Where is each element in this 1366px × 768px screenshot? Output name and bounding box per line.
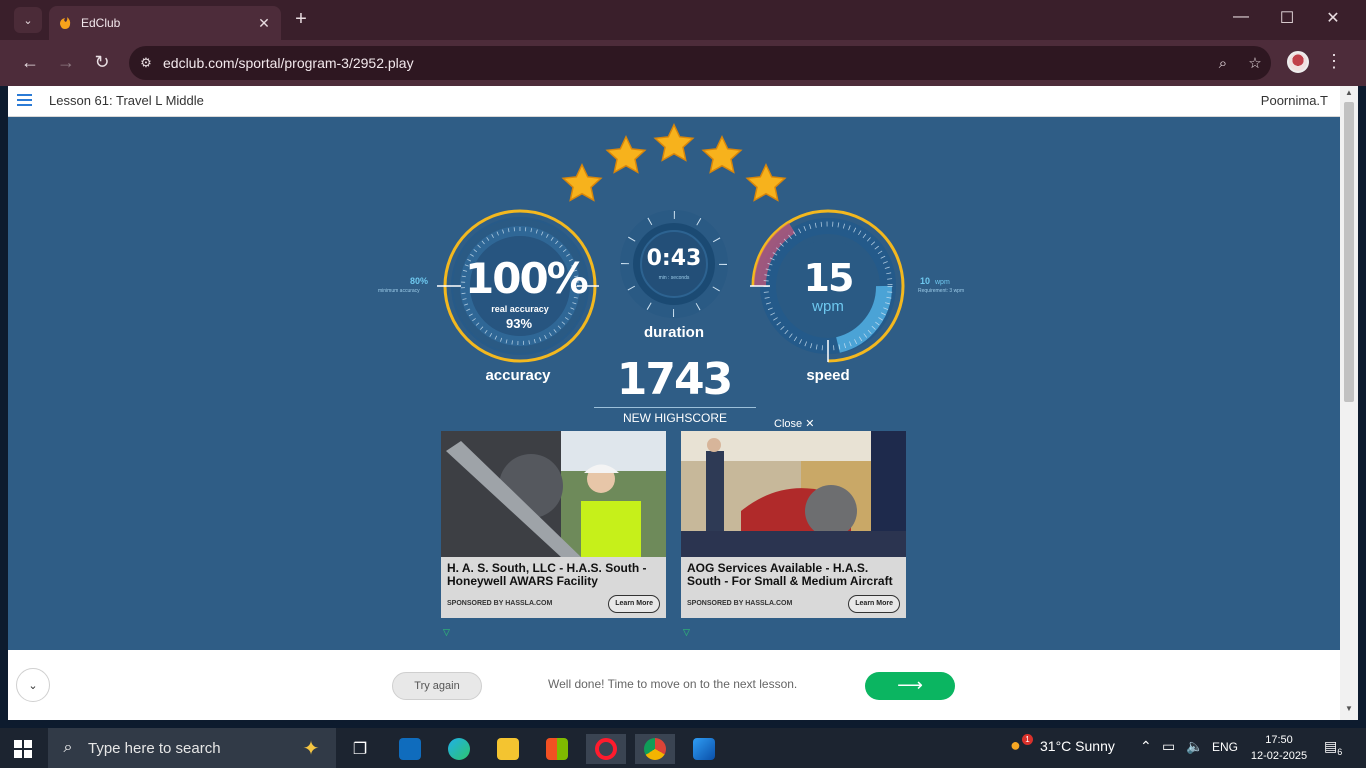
window-close-icon[interactable]: ✕	[1321, 8, 1345, 28]
ad-sponsor: SPONSORED BY HASSLA.COM	[687, 600, 793, 607]
new-tab-icon[interactable]: +	[290, 8, 312, 31]
user-name[interactable]: Poornima.T	[1261, 93, 1328, 108]
accuracy-caption: accuracy	[485, 367, 551, 384]
next-lesson-button[interactable]: ⟶	[865, 672, 955, 700]
zoom-icon[interactable]: ⌕	[1207, 55, 1239, 72]
tab-title: EdClub	[81, 16, 121, 30]
notification-count: 6	[1337, 746, 1343, 757]
weather-badge: 1	[1022, 734, 1033, 745]
speed-requirement-unit: wpm	[935, 279, 950, 286]
real-accuracy-label: real accuracy	[491, 304, 549, 314]
star-icon	[605, 135, 647, 174]
edge-icon[interactable]	[439, 734, 479, 764]
learn-more-button[interactable]: Learn More	[608, 595, 660, 613]
completion-message: Well done! Time to move on to the next l…	[548, 677, 798, 691]
maximize-icon[interactable]: ☐	[1275, 8, 1299, 28]
notifications-icon[interactable]: ▤6	[1324, 738, 1342, 757]
windows-taskbar: ⌕ Type here to search ✦ ❐ ● 1 31°C Sunny…	[0, 728, 1366, 768]
tab-search-icon[interactable]: ⌄	[14, 7, 42, 33]
minimize-icon[interactable]: —	[1229, 8, 1253, 26]
bookmark-star-icon[interactable]: ☆	[1239, 54, 1271, 72]
minimum-accuracy-label: minimum accuracy	[378, 288, 420, 294]
search-icon: ⌕	[63, 739, 73, 756]
clock-time: 17:50	[1265, 734, 1293, 746]
ad-sponsor: SPONSORED BY HASSLA.COM	[447, 600, 553, 607]
file-explorer-icon[interactable]	[488, 734, 528, 764]
real-accuracy-value: 93%	[505, 316, 533, 331]
duration-value: 0:43	[646, 246, 702, 271]
star-icon	[653, 123, 695, 162]
url-text[interactable]: edclub.com/sportal/program-3/2952.play	[163, 55, 1207, 71]
duration-unit: min : seconds	[658, 275, 690, 281]
score-value: 1743	[616, 354, 733, 405]
ad-choices-icon[interactable]: ▽	[683, 627, 690, 638]
tab-close-icon[interactable]: ✕	[253, 15, 275, 32]
task-view-icon[interactable]: ❐	[340, 734, 380, 764]
reload-icon[interactable]: ↻	[91, 52, 113, 73]
speed-requirement-value: 10	[920, 276, 931, 286]
battery-icon[interactable]: ▭	[1162, 738, 1175, 755]
weather-icon[interactable]: ●	[1010, 735, 1021, 756]
sparkle-icon[interactable]: ✦	[286, 736, 336, 761]
ad-card[interactable]: H. A. S. South, LLC - H.A.S. South - Hon…	[441, 431, 666, 618]
language-indicator[interactable]: ENG	[1212, 740, 1238, 754]
star-icon	[701, 135, 743, 174]
ad-choices-icon[interactable]: ▽	[443, 627, 450, 638]
profile-avatar[interactable]	[1287, 51, 1309, 73]
windows-start-icon[interactable]	[14, 740, 32, 758]
taskbar-clock[interactable]: 17:50 12-02-2025	[1244, 732, 1314, 764]
speed-value: 15	[803, 256, 855, 300]
scroll-down-icon[interactable]: ▼	[1345, 704, 1353, 713]
gauges	[437, 209, 905, 363]
volume-icon[interactable]: 🔈	[1186, 738, 1203, 755]
weather-text[interactable]: 31°C Sunny	[1040, 738, 1115, 754]
scroll-thumb[interactable]	[1344, 102, 1354, 402]
ad-title[interactable]: H. A. S. South, LLC - H.A.S. South - Hon…	[447, 562, 662, 588]
chevron-down-icon[interactable]: ⌄	[16, 668, 50, 702]
lesson-title: Lesson 61: Travel L Middle	[49, 93, 204, 108]
speed-caption: speed	[806, 367, 850, 384]
accuracy-value: 100%	[465, 254, 589, 303]
taskbar-search-placeholder[interactable]: Type here to search	[88, 740, 286, 757]
learn-more-button[interactable]: Learn More	[848, 595, 900, 613]
try-again-button[interactable]: Try again	[392, 672, 482, 700]
show-hidden-icons-icon[interactable]: ⌃	[1140, 738, 1152, 755]
speed-requirement-label: Requirement: 3 wpm	[918, 288, 965, 294]
page-scrollbar[interactable]: ▲ ▼	[1340, 86, 1358, 720]
edclub-favicon-icon	[60, 17, 71, 29]
address-bar[interactable]: ⚙ edclub.com/sportal/program-3/2952.play…	[129, 46, 1271, 80]
forward-icon[interactable]: →	[55, 52, 77, 73]
scroll-up-icon[interactable]: ▲	[1345, 88, 1353, 97]
hamburger-menu-icon[interactable]	[17, 94, 32, 106]
close-icon: ✕	[805, 418, 815, 430]
ad-image	[681, 431, 906, 557]
opera-icon[interactable]	[586, 734, 626, 764]
browser-menu-icon[interactable]: ⋮	[1324, 51, 1344, 72]
browser-toolbar: ← → ↻ ⚙ edclub.com/sportal/program-3/295…	[0, 40, 1366, 86]
ad-image	[441, 431, 666, 557]
site-settings-icon[interactable]: ⚙	[129, 55, 163, 71]
microsoft-store-icon[interactable]	[537, 734, 577, 764]
score-divider	[594, 407, 756, 408]
photos-icon[interactable]	[684, 734, 724, 764]
browser-titlebar: ⌄ EdClub ✕ + — ☐ ✕	[0, 0, 1366, 40]
minimum-accuracy-value: 80%	[410, 276, 429, 286]
chrome-icon[interactable]	[635, 734, 675, 764]
taskbar-search[interactable]: ⌕ Type here to search ✦	[48, 728, 336, 768]
clock-date: 12-02-2025	[1250, 750, 1308, 762]
lesson-footer: ⌄ Try again Well done! Time to move on t…	[8, 650, 1340, 720]
close-ads-button[interactable]: Close ✕	[774, 417, 814, 430]
ad-title[interactable]: AOG Services Available - H.A.S. South - …	[687, 562, 902, 588]
close-ads-label: Close	[774, 418, 803, 430]
ad-card[interactable]: AOG Services Available - H.A.S. South - …	[681, 431, 906, 618]
outlook-icon[interactable]	[390, 734, 430, 764]
lesson-header: Lesson 61: Travel L Middle Poornima.T	[8, 86, 1340, 117]
duration-caption: duration	[644, 324, 704, 341]
back-icon[interactable]: ←	[19, 52, 41, 73]
browser-tab[interactable]: EdClub ✕	[49, 6, 281, 40]
new-highscore-label: NEW HIGHSCORE	[622, 411, 727, 425]
speed-unit: wpm	[812, 298, 844, 315]
